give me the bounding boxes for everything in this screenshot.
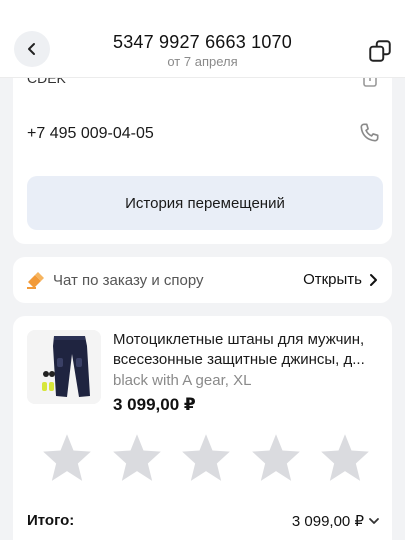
product-title-line2: всесезонные защитные джинсы, д... [113,351,365,368]
product-image[interactable] [27,330,101,404]
order-header: 5347 9927 6663 1070 от 7 апреля [0,0,405,78]
chat-card[interactable]: Чат по заказу и спору Открыть [13,257,392,303]
total-label: Итого: [27,512,75,529]
chat-icon [27,272,44,289]
total-value[interactable]: 3 099,00 ₽ [292,512,380,530]
product-title[interactable]: Мотоциклетные штаны для мужчин, всесезон… [113,330,383,370]
order-number: 5347 9927 6663 1070 [113,32,292,52]
delivery-card: CDEK +7 495 009-04-05 История перемещени… [13,60,392,244]
product-title-line1: Мотоциклетные штаны для мужчин, [113,331,365,348]
order-date: от 7 апреля [167,54,238,69]
star-icon[interactable] [250,432,302,482]
phone-icon[interactable] [358,122,380,144]
movement-history-button[interactable]: История перемещений [27,176,383,230]
open-chat-link[interactable]: Открыть [303,271,378,288]
chevron-down-icon [369,518,379,524]
chat-label: Чат по заказу и спору [53,272,204,289]
rating-stars [41,429,371,485]
product-price: 3 099,00 ₽ [113,395,196,414]
delivery-phone[interactable]: +7 495 009-04-05 [27,125,154,143]
total-amount: 3 099,00 ₽ [291,513,364,530]
copy-icon[interactable] [367,38,393,64]
product-card: Мотоциклетные штаны для мужчин, всесезон… [13,316,392,540]
star-icon[interactable] [319,432,371,482]
back-chevron-icon [28,43,35,55]
star-icon[interactable] [180,432,232,482]
jeans-image [27,330,101,404]
back-button[interactable] [14,31,50,67]
open-chat-label: Открыть [303,271,362,288]
star-icon[interactable] [41,432,93,482]
chevron-right-icon [370,273,377,286]
product-variant: black with A gear, XL [113,372,252,389]
star-icon[interactable] [111,432,163,482]
